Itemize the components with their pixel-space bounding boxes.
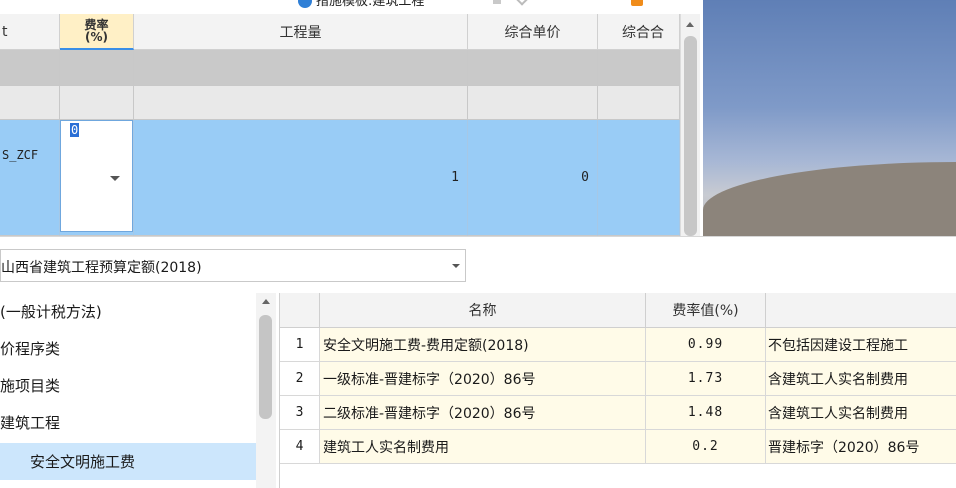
fee-rate-cell[interactable]: 0.2: [646, 430, 766, 464]
fee-rate-panel: 山西省建筑工程预算定额(2018) (一般计税方法) 价程序类 施项目类 建筑工…: [0, 236, 956, 488]
column-header-remark[interactable]: [766, 293, 956, 328]
tree-item[interactable]: 施项目类: [0, 367, 256, 404]
top-toolbar: 措施模板:建筑工程: [0, 0, 703, 14]
tree-item[interactable]: (一般计税方法): [0, 293, 256, 330]
table-cell[interactable]: [134, 86, 468, 120]
table-cell[interactable]: [468, 86, 598, 120]
row-index[interactable]: 4: [280, 430, 320, 464]
tree-scrollbar[interactable]: [256, 293, 276, 488]
column-header-total[interactable]: 综合合: [598, 14, 680, 50]
scroll-thumb[interactable]: [259, 315, 272, 419]
fee-remark-cell[interactable]: 含建筑工人实名制费用: [766, 396, 956, 430]
table-cell[interactable]: [468, 50, 598, 86]
table-cell[interactable]: [0, 50, 60, 86]
row-index[interactable]: 2: [280, 362, 320, 396]
scroll-thumb[interactable]: [684, 36, 697, 236]
tree-item[interactable]: 建筑工程: [0, 404, 256, 441]
column-header-rate[interactable]: 费率 (%): [60, 14, 134, 50]
row-index[interactable]: 1: [280, 328, 320, 362]
grid-scrollbar[interactable]: [680, 14, 700, 236]
tree-item-selected[interactable]: 安全文明施工费: [0, 443, 256, 480]
table-cell[interactable]: [598, 50, 680, 86]
column-header-quantity[interactable]: 工程量: [134, 14, 468, 50]
template-title: 措施模板:建筑工程: [316, 0, 425, 9]
chevron-down-icon[interactable]: [452, 264, 460, 268]
table-row[interactable]: [0, 50, 680, 86]
fee-remark-cell[interactable]: 不包括因建设工程施工: [766, 328, 956, 362]
row-index[interactable]: 3: [280, 396, 320, 430]
fee-rate-table: 名称 费率值(%) 1 安全文明施工费-费用定额(2018) 0.99 不包括因…: [279, 293, 956, 488]
dropdown-arrow-icon[interactable]: [110, 176, 120, 181]
fee-rate-cell[interactable]: 1.73: [646, 362, 766, 396]
fee-name-cell[interactable]: 建筑工人实名制费用: [320, 430, 646, 464]
rate-dropdown-editor[interactable]: 0: [60, 120, 133, 232]
column-header-rate-value[interactable]: 费率值(%): [646, 293, 766, 328]
fee-rate-cell[interactable]: 1.48: [646, 396, 766, 430]
measures-grid-panel: 措施模板:建筑工程 t 费率 (%) 工程量 综合单价 综合合 S_ZCF 1 …: [0, 0, 703, 236]
fee-name-cell[interactable]: 安全文明施工费-费用定额(2018): [320, 328, 646, 362]
rate-value[interactable]: 0: [70, 123, 80, 137]
quantity-cell[interactable]: 1: [134, 120, 468, 236]
total-cell[interactable]: [598, 120, 680, 236]
column-header-unit-price[interactable]: 综合单价: [468, 14, 598, 50]
unit-price-cell[interactable]: 0: [468, 120, 598, 236]
fee-name-cell[interactable]: 二级标准-晋建标字（2020）86号: [320, 396, 646, 430]
fee-name-cell[interactable]: 一级标准-晋建标字（2020）86号: [320, 362, 646, 396]
column-header-left[interactable]: t: [0, 14, 60, 50]
toolbar-button-icon[interactable]: [493, 0, 501, 4]
table-cell[interactable]: [598, 86, 680, 120]
table-row[interactable]: [0, 86, 680, 120]
column-header-name[interactable]: 名称: [320, 293, 646, 328]
fee-remark-cell[interactable]: 含建筑工人实名制费用: [766, 362, 956, 396]
quota-library-value: 山西省建筑工程预算定额(2018): [1, 260, 202, 276]
column-header-index[interactable]: [280, 293, 320, 328]
chevron-down-icon[interactable]: [516, 0, 528, 6]
table-cell[interactable]: [0, 86, 60, 120]
table-cell[interactable]: [134, 50, 468, 86]
quota-library-select[interactable]: 山西省建筑工程预算定额(2018): [0, 249, 466, 282]
table-cell[interactable]: [60, 50, 134, 86]
fee-category-tree: (一般计税方法) 价程序类 施项目类 建筑工程 安全文明施工费: [0, 293, 276, 488]
fee-remark-cell[interactable]: 晋建标字（2020）86号: [766, 430, 956, 464]
code-cell[interactable]: S_ZCF: [0, 120, 60, 236]
fee-rate-cell[interactable]: 0.99: [646, 328, 766, 362]
scroll-up-icon[interactable]: [686, 22, 694, 27]
refresh-icon[interactable]: [631, 0, 643, 6]
tree-item[interactable]: 价程序类: [0, 330, 256, 367]
template-icon: [298, 0, 312, 8]
scroll-up-icon[interactable]: [262, 299, 270, 304]
table-cell[interactable]: [60, 86, 134, 120]
